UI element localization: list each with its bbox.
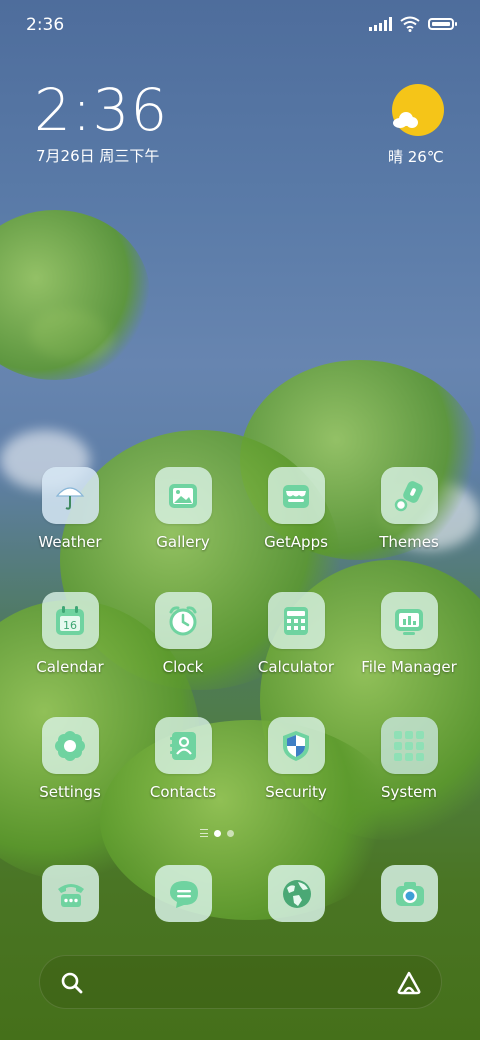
globe-icon: [282, 879, 311, 908]
dock-browser[interactable]: [268, 865, 325, 922]
svg-text:16: 16: [63, 619, 77, 632]
picture-icon: [169, 483, 197, 508]
app-label: System: [381, 783, 437, 801]
folder-grid-icon: [394, 730, 424, 761]
contact-card-icon: [170, 731, 196, 760]
app-calculator[interactable]: Calculator: [241, 592, 351, 676]
search-icon[interactable]: [60, 971, 84, 995]
status-bar: 2:36: [0, 0, 480, 50]
app-weather[interactable]: Weather: [15, 467, 125, 551]
battery-icon: [428, 18, 457, 30]
app-label: Themes: [379, 533, 439, 551]
app-label: Gallery: [156, 533, 210, 551]
app-label: Settings: [39, 783, 101, 801]
folder-chart-icon: [395, 608, 423, 635]
cloud-icon: [393, 112, 419, 128]
dock-phone[interactable]: [42, 865, 99, 922]
shield-icon: [283, 730, 309, 761]
app-system-folder[interactable]: System: [354, 717, 464, 801]
alarm-clock-icon: [169, 605, 197, 635]
app-label: Weather: [38, 533, 102, 551]
message-bubble-icon: [169, 880, 198, 908]
status-time: 2:36: [26, 15, 65, 35]
app-label: GetApps: [264, 533, 328, 551]
app-label: File Manager: [361, 658, 457, 676]
page-indicator[interactable]: [200, 829, 234, 837]
phone-icon: [57, 883, 84, 907]
umbrella-icon: [55, 486, 85, 510]
app-label: Clock: [162, 658, 204, 676]
app-label: Calendar: [36, 658, 104, 676]
dock-messages[interactable]: [155, 865, 212, 922]
app-settings[interactable]: Settings: [15, 717, 125, 801]
weather-widget-text[interactable]: 晴 26℃: [388, 146, 444, 167]
flower-gear-icon: [55, 730, 85, 761]
app-label: Security: [265, 783, 327, 801]
assistant-icon[interactable]: [395, 969, 423, 997]
app-calendar[interactable]: 16 Calendar: [15, 592, 125, 676]
camera-icon: [395, 881, 424, 906]
dock-camera[interactable]: [381, 865, 438, 922]
calculator-icon: [284, 606, 308, 635]
search-bar[interactable]: [39, 955, 442, 1009]
page-dot-active: [214, 829, 221, 837]
app-clock[interactable]: Clock: [128, 592, 238, 676]
app-contacts[interactable]: Contacts: [128, 717, 238, 801]
app-label: Contacts: [149, 783, 217, 801]
app-security[interactable]: Security: [241, 717, 351, 801]
home-screen: 2:36 2:36 7月26日 周三下午 晴 26℃ Weather Galle…: [0, 0, 480, 1040]
signal-icon: [369, 17, 392, 31]
brush-icon: [394, 480, 423, 511]
wifi-icon: [400, 16, 420, 32]
store-icon: [283, 484, 309, 508]
foliage-decoration: [0, 210, 150, 380]
app-label: Calculator: [257, 658, 335, 676]
app-gallery[interactable]: Gallery: [128, 467, 238, 551]
calendar-icon: 16: [56, 605, 84, 635]
page-dot: [227, 829, 234, 837]
app-getapps[interactable]: GetApps: [241, 467, 351, 551]
app-list-indicator-icon: [200, 829, 208, 837]
app-themes[interactable]: Themes: [354, 467, 464, 551]
clock-widget-time[interactable]: 2:36: [34, 76, 168, 144]
clock-widget-date[interactable]: 7月26日 周三下午: [36, 145, 159, 166]
app-file-manager[interactable]: File Manager: [354, 592, 464, 676]
sun-icon[interactable]: [392, 84, 444, 136]
